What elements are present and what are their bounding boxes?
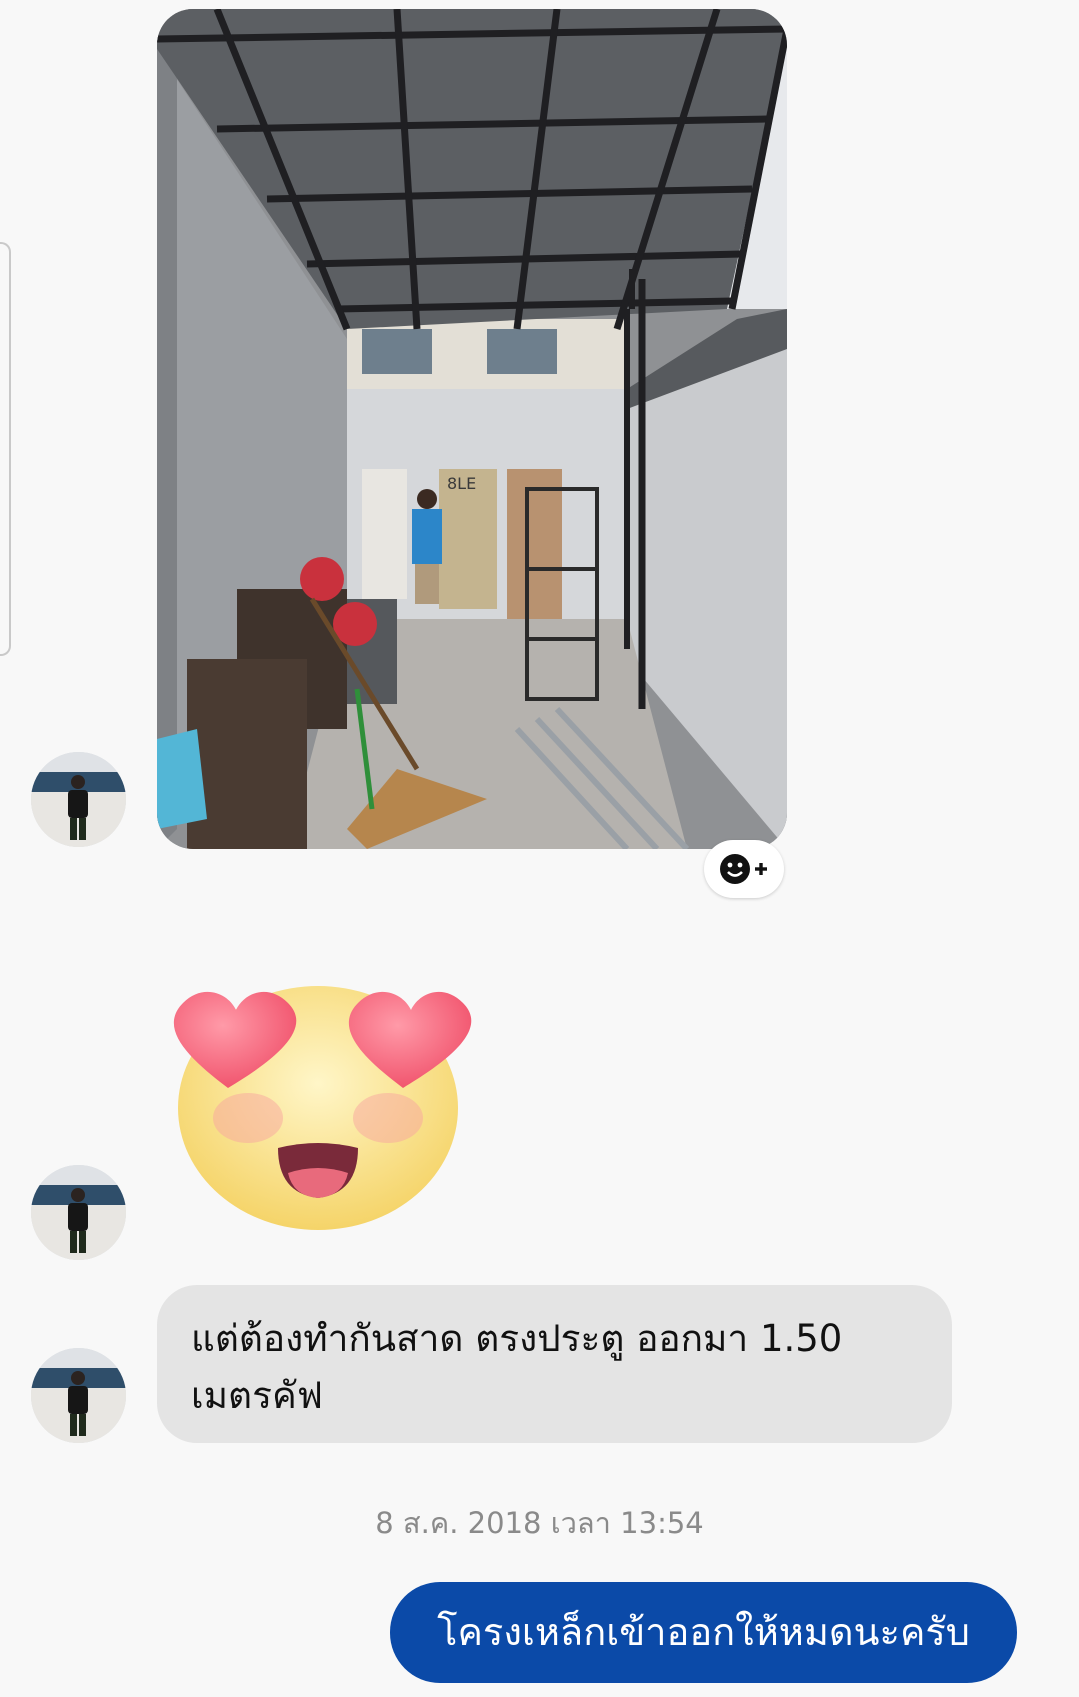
avatar[interactable]	[31, 752, 126, 847]
contact-avatar-icon	[31, 1348, 126, 1443]
heart-eyes-sticker[interactable]	[158, 958, 478, 1238]
avatar[interactable]	[31, 1348, 126, 1443]
incoming-message-bubble[interactable]: แต่ต้องทำกันสาด ตรงประตู ออกมา 1.50 เมตร…	[157, 1285, 952, 1443]
scroll-edge-handle[interactable]	[0, 242, 11, 656]
contact-avatar-icon	[31, 752, 126, 847]
crate-sign-text: 8LE	[447, 474, 476, 493]
avatar[interactable]	[31, 1165, 126, 1260]
add-reaction-icon	[720, 854, 767, 884]
add-reaction-button[interactable]	[704, 840, 784, 898]
contact-avatar-icon	[31, 1165, 126, 1260]
outgoing-message-bubble[interactable]: โครงเหล็กเข้าออกให้หมดนะครับ	[390, 1582, 1017, 1683]
message-timestamp: 8 ส.ค. 2018 เวลา 13:54	[375, 1506, 704, 1540]
shared-photo[interactable]: 8LE	[157, 9, 787, 849]
